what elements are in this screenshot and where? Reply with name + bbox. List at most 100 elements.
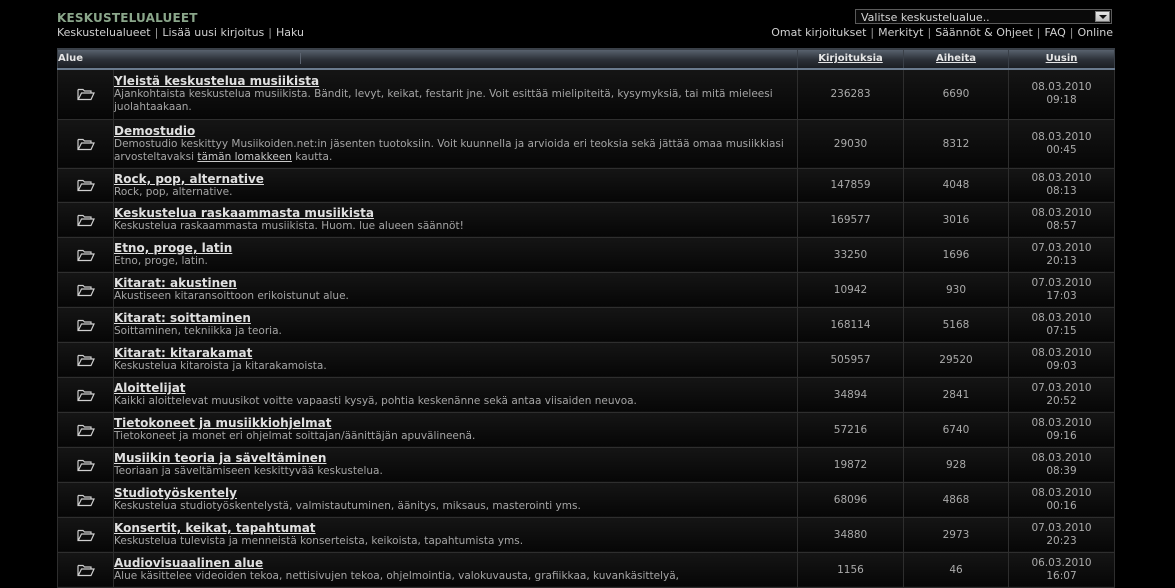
- latest-post-cell[interactable]: 08.03.2010 08:57: [1008, 201, 1115, 238]
- forum-row[interactable]: Aloittelijat Kaikki aloittelevat muusikot…: [57, 376, 1115, 413]
- folder-cell: [57, 411, 114, 448]
- rules-link[interactable]: Säännöt & Ohjeet: [935, 26, 1033, 39]
- latest-post-cell[interactable]: 07.03.2010 17:03: [1008, 271, 1115, 308]
- latest-post-cell[interactable]: 06.03.2010 16:07: [1008, 551, 1115, 588]
- forum-row[interactable]: Kitarat: soittaminen Soittaminen, tekniik…: [57, 306, 1115, 343]
- forum-description-text: Ajankohtaista keskustelua musiikista. Bä…: [114, 88, 773, 114]
- latest-post-cell[interactable]: 08.03.2010 09:03: [1008, 341, 1115, 378]
- folder-icon: [76, 493, 95, 506]
- folder-cell: [57, 271, 114, 308]
- forum-row[interactable]: Rock, pop, alternative Rock, pop, alterna…: [57, 167, 1115, 203]
- site-logo[interactable]: KESKUSTELUALUEET: [57, 11, 198, 25]
- forum-info-cell: Rock, pop, alternative Rock, pop, alterna…: [113, 167, 798, 203]
- forum-title-link[interactable]: Kitarat: akustinen: [114, 276, 797, 290]
- forum-row[interactable]: Yleistä keskustelua musiikista Ajankohtai…: [57, 68, 1115, 120]
- topics-count: 2973: [903, 516, 1009, 553]
- forum-title-link[interactable]: Keskustelua raskaammasta musiikista: [114, 206, 797, 220]
- latest-post-cell[interactable]: 08.03.2010 07:15: [1008, 306, 1115, 343]
- nav-separator: |: [1069, 26, 1074, 39]
- own-posts-link[interactable]: Omat kirjoitukset: [771, 26, 866, 39]
- forum-info-cell: Audiovisuaalinen alue Alue käsittelee vid…: [113, 551, 798, 588]
- folder-cell: [57, 201, 114, 238]
- forum-title-link[interactable]: Etno, proge, latin: [114, 241, 797, 255]
- latest-post-cell[interactable]: 08.03.2010 08:13: [1008, 167, 1115, 203]
- latest-post-time: 08:57: [1046, 219, 1077, 232]
- posts-count: 29030: [797, 118, 904, 169]
- forum-description: Keskustelua raskaammasta musiikista. Huo…: [114, 220, 797, 233]
- online-link[interactable]: Online: [1078, 26, 1113, 39]
- forum-title-link[interactable]: Audiovisuaalinen alue: [114, 556, 797, 570]
- forum-title-link[interactable]: Kitarat: soittaminen: [114, 311, 797, 325]
- latest-post-cell[interactable]: 08.03.2010 00:16: [1008, 481, 1115, 518]
- latest-post-cell[interactable]: 07.03.2010 20:23: [1008, 516, 1115, 553]
- latest-post-date: 07.03.2010: [1031, 381, 1092, 394]
- forum-description: Kaikki aloittelevat muusikot voitte vapa…: [114, 395, 797, 408]
- posts-count: 1156: [797, 551, 904, 588]
- forum-info-cell: Kitarat: kitarakamat Keskustelua kitarois…: [113, 341, 798, 378]
- nav-separator: |: [870, 26, 875, 39]
- folder-cell: [57, 446, 114, 483]
- nav-search-link[interactable]: Haku: [276, 26, 304, 39]
- faq-link[interactable]: FAQ: [1044, 26, 1065, 39]
- posts-count: 19872: [797, 446, 904, 483]
- forum-title-link[interactable]: Konsertit, keikat, tapahtumat: [114, 521, 797, 535]
- folder-icon: [76, 213, 95, 226]
- folder-icon: [76, 563, 95, 576]
- forum-row[interactable]: Tietokoneet ja musiikkiohjelmat Tietokone…: [57, 411, 1115, 448]
- main-nav: Keskustelualueet | Lisää uusi kirjoitus | Ha…: [57, 26, 304, 39]
- forum-row[interactable]: Musiikin teoria ja säveltäminen Teoriaan …: [57, 446, 1115, 483]
- posts-count: 10942: [797, 271, 904, 308]
- latest-post-date: 08.03.2010: [1031, 130, 1092, 143]
- folder-cell: [57, 551, 114, 588]
- forum-row[interactable]: Konsertit, keikat, tapahtumat Keskustelua…: [57, 516, 1115, 553]
- forum-row[interactable]: Keskustelua raskaammasta musiikista Kesku…: [57, 201, 1115, 238]
- forum-title-link[interactable]: Yleistä keskustelua musiikista: [114, 74, 797, 88]
- forum-title-link[interactable]: Musiikin teoria ja säveltäminen: [114, 451, 797, 465]
- forum-row[interactable]: Studiotyöskentely Keskustelua studiotyösk…: [57, 481, 1115, 518]
- forum-info-cell: Tietokoneet ja musiikkiohjelmat Tietokone…: [113, 411, 798, 448]
- topics-count: 1696: [903, 236, 1009, 273]
- forum-info-cell: Demostudio Demostudio keskittyy Musiikoid…: [113, 118, 798, 169]
- latest-post-cell[interactable]: 08.03.2010 09:16: [1008, 411, 1115, 448]
- latest-post-cell[interactable]: 08.03.2010 00:45: [1008, 118, 1115, 169]
- forum-row[interactable]: Kitarat: akustinen Akustiseen kitaransoit…: [57, 271, 1115, 308]
- forum-title-link[interactable]: Demostudio: [114, 124, 797, 138]
- forum-select-dropdown[interactable]: Valitse keskustelualue..: [855, 9, 1112, 24]
- forum-description-text: Keskustelua studiotyöskentelystä, valmis…: [114, 500, 581, 512]
- nav-keskustelualueet-link[interactable]: Keskustelualueet: [57, 26, 151, 39]
- latest-post-cell[interactable]: 07.03.2010 20:52: [1008, 376, 1115, 413]
- latest-post-date: 08.03.2010: [1031, 346, 1092, 359]
- topics-count: 8312: [903, 118, 1009, 169]
- bookmarks-link[interactable]: Merkityt: [878, 26, 923, 39]
- forum-description-text: Etno, proge, latin.: [114, 255, 208, 267]
- forum-description-text: Tietokoneet ja monet eri ohjelmat soitta…: [114, 430, 476, 442]
- latest-post-cell[interactable]: 08.03.2010 08:39: [1008, 446, 1115, 483]
- forum-title-link[interactable]: Tietokoneet ja musiikkiohjelmat: [114, 416, 797, 430]
- latest-post-time: 20:52: [1046, 394, 1077, 407]
- latest-post-cell[interactable]: 07.03.2010 20:13: [1008, 236, 1115, 273]
- forum-title-link[interactable]: Studiotyöskentely: [114, 486, 797, 500]
- forum-title-link[interactable]: Kitarat: kitarakamat: [114, 346, 797, 360]
- column-header-topics[interactable]: Aiheita: [903, 48, 1009, 70]
- forum-description-text: Keskustelua tulevista ja menneistä konse…: [114, 535, 524, 547]
- forum-index-page: KESKUSTELUALUEET Keskustelualueet | Lisää …: [0, 0, 1175, 588]
- folder-icon: [76, 458, 95, 471]
- latest-post-cell[interactable]: 08.03.2010 09:18: [1008, 68, 1115, 120]
- forum-title-link[interactable]: Aloittelijat: [114, 381, 797, 395]
- submission-form-link[interactable]: tämän lomakkeen: [197, 151, 292, 163]
- forum-row[interactable]: Etno, proge, latin Etno, proge, latin. 332…: [57, 236, 1115, 273]
- column-header-forum[interactable]: Alue: [57, 48, 798, 70]
- forum-title-link[interactable]: Rock, pop, alternative: [114, 172, 797, 186]
- forum-row[interactable]: Kitarat: kitarakamat Keskustelua kitarois…: [57, 341, 1115, 378]
- topics-count: 3016: [903, 201, 1009, 238]
- latest-post-time: 17:03: [1046, 289, 1077, 302]
- forum-row[interactable]: Audiovisuaalinen alue Alue käsittelee vid…: [57, 551, 1115, 588]
- chevron-down-icon[interactable]: [1095, 11, 1110, 22]
- column-header-latest[interactable]: Uusin: [1008, 48, 1115, 70]
- column-header-posts[interactable]: Kirjoituksia: [797, 48, 904, 70]
- nav-new-post-link[interactable]: Lisää uusi kirjoitus: [162, 26, 264, 39]
- folder-cell: [57, 167, 114, 203]
- latest-post-time: 08:39: [1046, 464, 1077, 477]
- forum-row[interactable]: Demostudio Demostudio keskittyy Musiikoid…: [57, 118, 1115, 169]
- latest-post-time: 00:16: [1046, 499, 1077, 512]
